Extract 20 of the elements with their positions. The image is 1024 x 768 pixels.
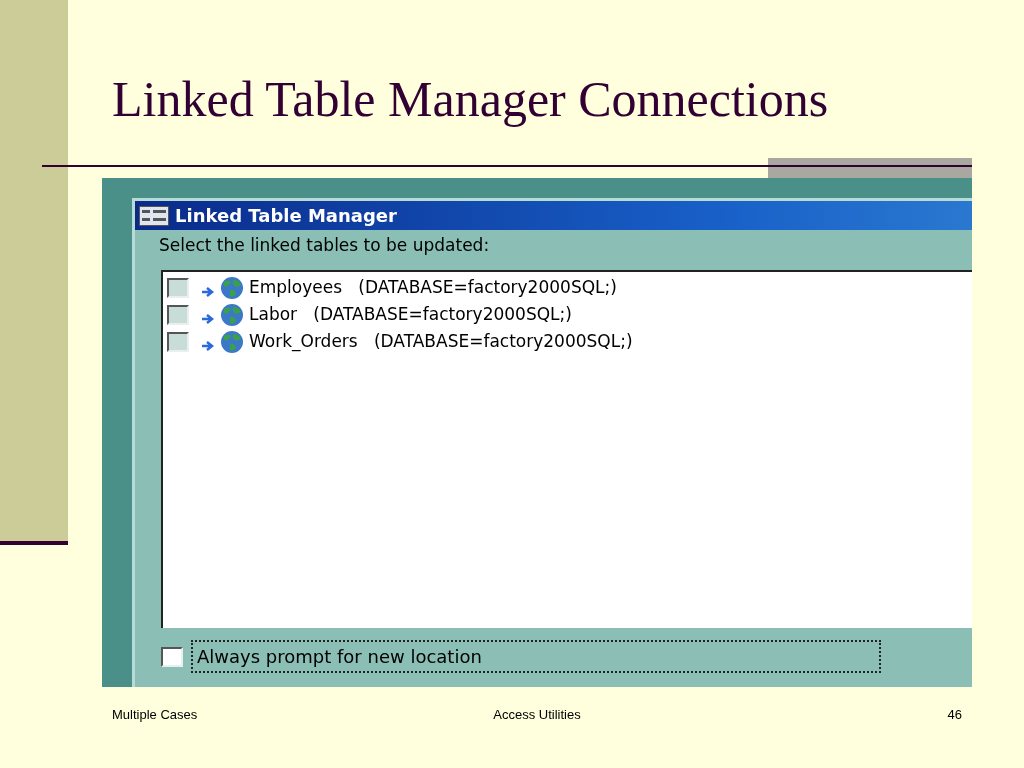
page-number: 46: [946, 706, 962, 724]
arrow-icon: [201, 340, 215, 351]
prompt-text: Select the linked tables to be updated:: [158, 234, 491, 257]
list-item-text[interactable]: Work_Orders (DATABASE=factory2000SQL;): [249, 328, 633, 355]
list-item-text[interactable]: Labor (DATABASE=factory2000SQL;): [249, 301, 572, 328]
footer-text: Access Utilities: [493, 706, 581, 724]
checkbox[interactable]: [167, 277, 189, 298]
globe-icon: [219, 329, 245, 354]
checkbox[interactable]: [167, 304, 189, 325]
arrow-icon: [201, 313, 215, 324]
checkbox[interactable]: [167, 331, 189, 352]
footer-text: Multiple Cases: [112, 706, 199, 724]
arrow-icon: [201, 286, 215, 297]
dialog-title: Linked Table Manager: [175, 204, 397, 228]
list-item-text[interactable]: Employees (DATABASE=factory2000SQL;): [249, 274, 617, 301]
globe-icon: [219, 275, 245, 300]
window-icon: [139, 203, 169, 228]
checkbox-label[interactable]: Always prompt for new location: [191, 640, 881, 673]
globe-icon: [219, 302, 245, 327]
checkbox[interactable]: [161, 646, 183, 667]
